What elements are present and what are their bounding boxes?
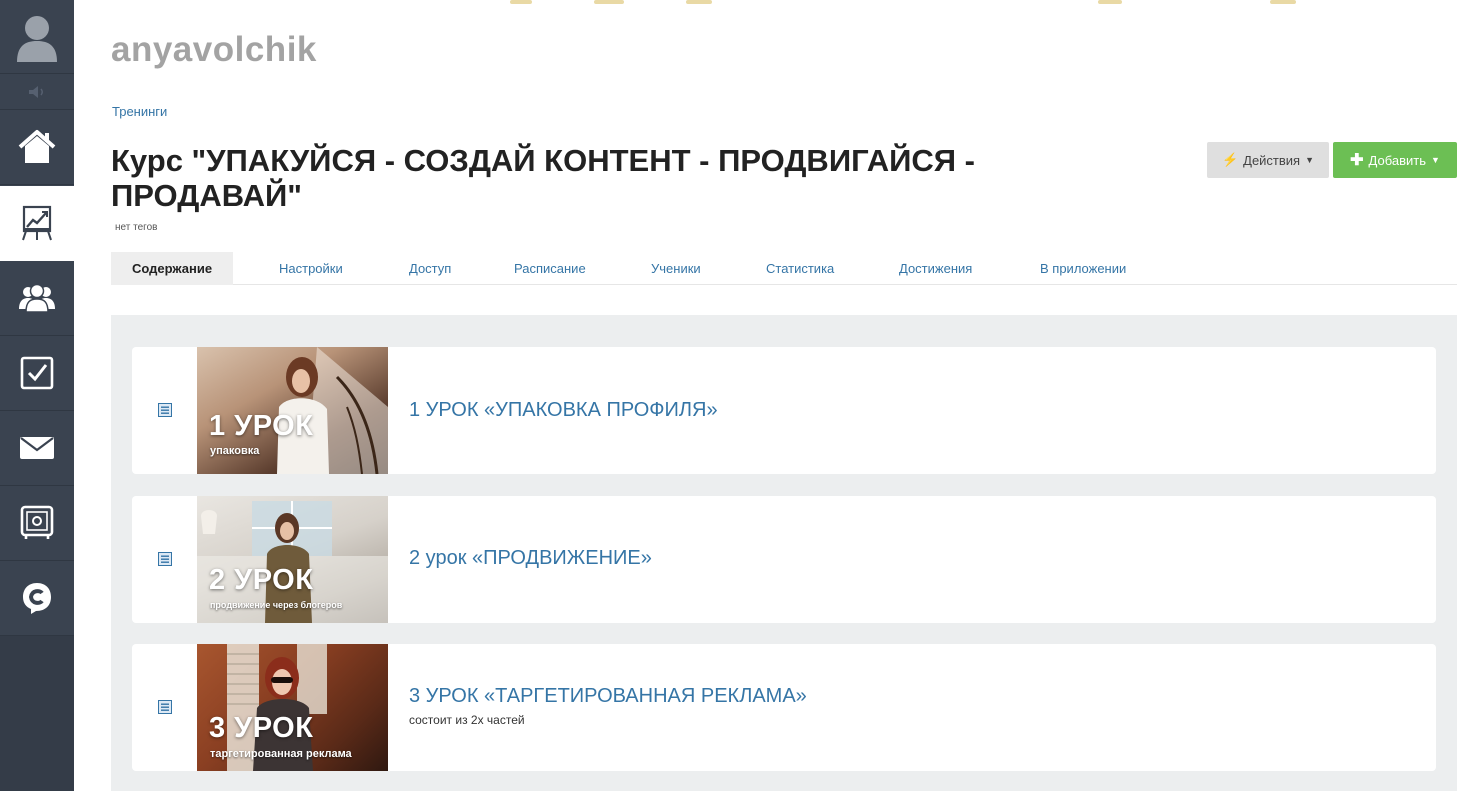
lesson-title[interactable]: 1 УРОК «УПАКОВКА ПРОФИЛЯ» xyxy=(409,399,718,422)
home-icon xyxy=(18,130,56,163)
actions-button-label: Действия xyxy=(1243,152,1301,168)
add-button-label: Добавить xyxy=(1368,152,1426,168)
tab-content[interactable]: Содержание xyxy=(111,252,234,285)
sidebar-item-chat[interactable] xyxy=(0,561,74,636)
course-tabs: Содержание Настройки Доступ Расписание У… xyxy=(111,252,1457,285)
thumbnail-title: 2 УРОК xyxy=(209,564,314,596)
sidebar-item-home[interactable] xyxy=(0,110,74,185)
lesson-thumbnail: 1 УРОК упаковка xyxy=(197,347,388,474)
plus-icon: ✚ xyxy=(1350,152,1364,169)
tab-schedule[interactable]: Расписание xyxy=(514,252,586,285)
users-group-icon xyxy=(19,283,55,313)
chat-logo-icon xyxy=(23,583,51,614)
thumbnail-subtitle: упаковка xyxy=(210,445,260,457)
lesson-description: состоит из 2х частей xyxy=(409,713,525,727)
speaker-icon xyxy=(29,85,43,98)
bolt-icon: ⚡ xyxy=(1221,152,1239,167)
lesson-list-icon xyxy=(158,700,172,714)
tab-statistics[interactable]: Статистика xyxy=(766,252,834,285)
lesson-title[interactable]: 3 УРОК «ТАРГЕТИРОВАННАЯ РЕКЛАМА» xyxy=(409,685,807,708)
safe-icon xyxy=(20,505,54,539)
lesson-item[interactable]: 2 УРОК продвижение через блогеров 2 урок… xyxy=(132,496,1436,623)
lesson-title[interactable]: 2 урок «ПРОДВИЖЕНИЕ» xyxy=(409,547,652,570)
page-title: Курс "УПАКУЙСЯ - СОЗДАЙ КОНТЕНТ - ПРОДВИ… xyxy=(111,143,975,213)
sidebar xyxy=(0,0,74,791)
tasks-checkbox-icon xyxy=(20,356,54,390)
actions-dropdown-button[interactable]: ⚡ Действия ▼ xyxy=(1207,142,1329,178)
lessons-panel: 1 УРОК упаковка 1 УРОК «УПАКОВКА ПРОФИЛЯ… xyxy=(111,315,1457,791)
user-avatar[interactable] xyxy=(0,0,74,74)
thumbnail-title: 1 УРОК xyxy=(209,410,314,442)
thumbnail-subtitle: таргетированная реклама xyxy=(210,748,352,760)
tags-note: нет тегов xyxy=(115,222,158,233)
app-root: anyavolchik Тренинги Курс "УПАКУЙСЯ - СО… xyxy=(0,0,1465,791)
lesson-item[interactable]: 1 УРОК упаковка 1 УРОК «УПАКОВКА ПРОФИЛЯ… xyxy=(132,347,1436,474)
add-dropdown-button[interactable]: ✚ Добавить ▼ xyxy=(1333,142,1457,178)
trainings-chart-icon xyxy=(22,205,52,241)
tab-achievements[interactable]: Достижения xyxy=(899,252,972,285)
caret-down-icon: ▼ xyxy=(1305,155,1315,165)
mail-envelope-icon xyxy=(20,437,54,459)
breadcrumb-trainings[interactable]: Тренинги xyxy=(112,104,167,119)
lesson-thumbnail: 2 УРОК продвижение через блогеров xyxy=(197,496,388,623)
sidebar-item-tasks[interactable] xyxy=(0,336,74,411)
caret-down-icon: ▼ xyxy=(1430,155,1440,165)
lesson-list-icon xyxy=(158,552,172,566)
tab-students[interactable]: Ученики xyxy=(651,252,701,285)
sidebar-item-safe[interactable] xyxy=(0,486,74,561)
tab-settings[interactable]: Настройки xyxy=(279,252,343,285)
lesson-item[interactable]: 3 УРОК таргетированная реклама 3 УРОК «Т… xyxy=(132,644,1436,771)
user-silhouette-icon xyxy=(17,15,57,62)
thumbnail-title: 3 УРОК xyxy=(209,712,314,744)
lesson-list-icon xyxy=(158,403,172,417)
tab-access[interactable]: Доступ xyxy=(409,252,451,285)
tab-in-app[interactable]: В приложении xyxy=(1040,252,1126,285)
thumbnail-subtitle: продвижение через блогеров xyxy=(210,600,343,610)
sidebar-empty-area xyxy=(0,636,74,791)
sidebar-item-mail[interactable] xyxy=(0,411,74,486)
account-name: anyavolchik xyxy=(111,30,317,69)
lesson-thumbnail: 3 УРОК таргетированная реклама xyxy=(197,644,388,771)
sound-toggle[interactable] xyxy=(0,74,74,110)
sidebar-item-trainings[interactable] xyxy=(0,186,74,261)
top-header-strip xyxy=(74,0,1465,6)
sidebar-item-users[interactable] xyxy=(0,261,74,336)
